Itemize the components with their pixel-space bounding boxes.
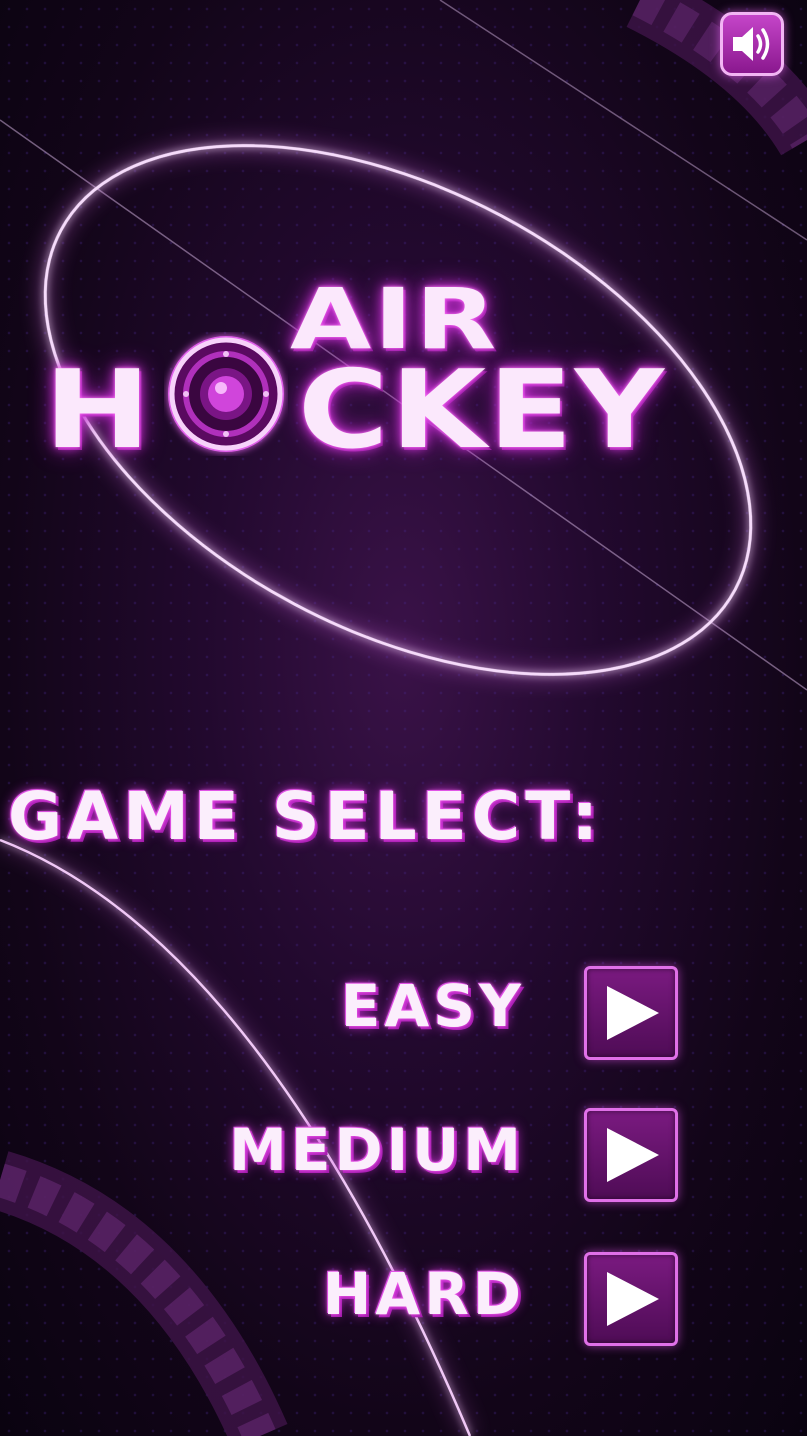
puck-icon	[168, 336, 284, 452]
play-medium-button[interactable]	[584, 1108, 678, 1202]
play-icon	[607, 1128, 659, 1182]
level-label-medium: MEDIUM	[229, 1116, 525, 1184]
title-ckey: CKEY	[298, 348, 667, 473]
play-icon	[607, 986, 659, 1040]
game-menu-screen: AIR H CKEY GAME SELECT: EASY MEDIUM HARD	[0, 0, 807, 1436]
play-easy-button[interactable]	[584, 966, 678, 1060]
sound-toggle-button[interactable]	[720, 12, 784, 76]
title-letter-h: H	[44, 348, 154, 473]
puck-rim-shadow	[0, 1151, 288, 1436]
level-label-hard: HARD	[322, 1260, 525, 1328]
play-icon	[607, 1272, 659, 1326]
game-select-heading: GAME SELECT:	[8, 778, 603, 855]
speaker-icon	[733, 27, 770, 61]
level-label-easy: EASY	[340, 972, 525, 1040]
play-hard-button[interactable]	[584, 1252, 678, 1346]
background-art	[0, 0, 807, 1436]
